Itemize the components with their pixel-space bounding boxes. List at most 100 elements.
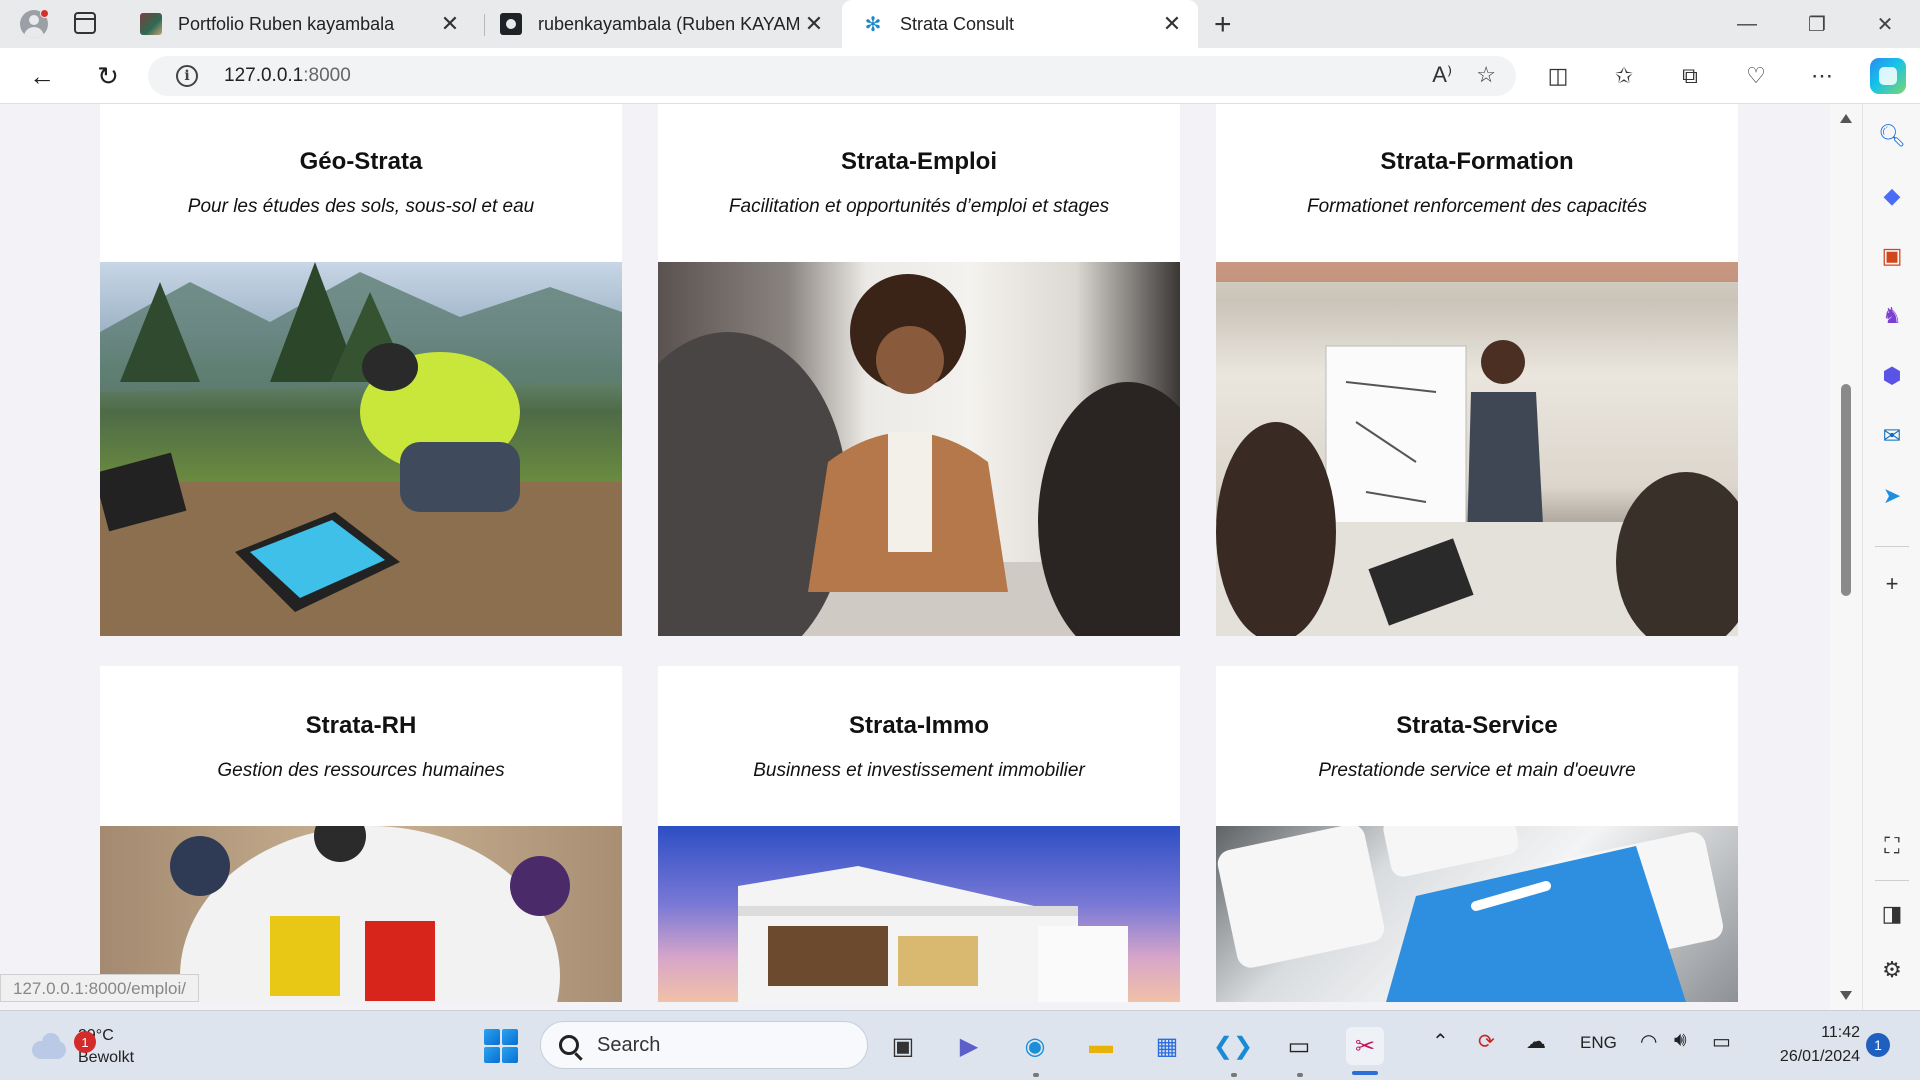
taskbar-search[interactable]: Search: [540, 1021, 868, 1069]
more-menu-icon[interactable]: ⋯: [1806, 60, 1838, 92]
volume-icon[interactable]: 🔊︎: [1674, 1029, 1687, 1052]
clock-date: 26/01/2024: [1779, 1048, 1860, 1065]
restore-button[interactable]: ❐: [1782, 0, 1852, 48]
strata-favicon-icon: ✻: [864, 13, 882, 36]
edge-icon[interactable]: ◉: [1016, 1027, 1054, 1065]
job-interview-photo: [658, 262, 1180, 636]
training-whiteboard-photo: [1216, 262, 1738, 636]
service-subtitle: Businness et investissement immobilier: [753, 760, 1085, 781]
sidebar-tools-icon[interactable]: ▣: [1878, 242, 1906, 270]
battery-icon[interactable]: ▭: [1712, 1029, 1731, 1054]
terminal-icon[interactable]: ▭: [1280, 1027, 1318, 1065]
snipping-tool-icon[interactable]: ✂: [1346, 1027, 1384, 1065]
collections-icon[interactable]: ⧉: [1674, 60, 1706, 92]
tab-strata-consult[interactable]: ✻ Strata Consult ✕: [842, 0, 1198, 48]
sidebar-games-icon[interactable]: ♞: [1878, 302, 1906, 330]
sidebar-outlook-icon[interactable]: ✉: [1878, 422, 1906, 450]
service-card-strata-service[interactable]: Strata-Service Prestationde service et m…: [1216, 666, 1738, 1002]
split-screen-icon[interactable]: ◫: [1542, 60, 1574, 92]
tab-portfolio[interactable]: Portfolio Ruben kayambala ✕: [124, 0, 476, 48]
search-label: Search: [597, 1033, 661, 1056]
tab-github[interactable]: rubenkayambala (Ruben KAYAMB ✕: [488, 0, 840, 48]
sidebar-shopping-icon[interactable]: ◆: [1878, 182, 1906, 210]
url-host: 127.0.0.1: [224, 65, 304, 86]
windows-taskbar: 1 29°C Bewolkt Search ▣ ▶ ◉ ▬ ▦ ❮❯ ▭ ✂ ⌃…: [0, 1010, 1920, 1080]
sidebar-divider: [1875, 546, 1909, 547]
service-title: Strata-RH: [305, 712, 417, 739]
service-card-strata-rh[interactable]: Strata-RH Gestion des ressources humaine…: [100, 666, 622, 1002]
taskbar-clock[interactable]: 11:42 26/01/2024: [1760, 1021, 1860, 1069]
read-aloud-icon[interactable]: A⁾: [1432, 62, 1452, 88]
task-view-icon[interactable]: ▣: [884, 1027, 922, 1065]
page-viewport: Géo-Strata Pour les études des sols, sou…: [0, 104, 1862, 1010]
service-card-geo-strata[interactable]: Géo-Strata Pour les études des sols, sou…: [100, 104, 622, 636]
sidebar-send-icon[interactable]: ➤: [1878, 482, 1906, 510]
service-title: Strata-Service: [1396, 712, 1558, 739]
sidebar-add-icon[interactable]: +: [1878, 570, 1906, 598]
edge-running-indicator: [1033, 1073, 1039, 1077]
address-bar[interactable]: i 127.0.0.1:8000 A⁾ ☆: [148, 56, 1516, 96]
close-tab-icon[interactable]: ✕: [800, 11, 828, 37]
refresh-button[interactable]: ↻: [90, 58, 126, 94]
sidebar-divider: [1875, 880, 1909, 881]
notification-badge[interactable]: 1: [1866, 1033, 1890, 1057]
page-scrollbar[interactable]: [1830, 104, 1862, 1010]
portfolio-favicon-icon: [140, 13, 162, 35]
terminal-running-indicator: [1297, 1073, 1303, 1077]
show-hidden-icons-icon[interactable]: ⌃: [1432, 1029, 1449, 1054]
sidebar-settings-icon[interactable]: ⚙: [1878, 956, 1906, 984]
store-icon[interactable]: ▦: [1148, 1027, 1186, 1065]
service-subtitle: Pour les études des sols, sous-sol et ea…: [187, 196, 535, 217]
service-title: Strata-Immo: [848, 712, 990, 739]
close-tab-icon[interactable]: ✕: [436, 11, 464, 37]
weather-badge: 1: [74, 1031, 96, 1053]
minimize-button[interactable]: —: [1712, 0, 1782, 48]
sync-status-icon[interactable]: ⟳: [1478, 1029, 1495, 1054]
status-bar-url: 127.0.0.1:8000/emploi/: [0, 974, 199, 1002]
close-window-button[interactable]: ✕: [1850, 0, 1920, 48]
sidebar-screenshot-icon[interactable]: ⛶: [1878, 832, 1906, 860]
sidebar-office-icon[interactable]: ⬢: [1878, 362, 1906, 390]
profile-alert-dot: [40, 9, 49, 18]
tab-separator: [484, 14, 485, 36]
scrollbar-thumb[interactable]: [1841, 384, 1851, 596]
edge-sidebar: 🔍︎ ◆ ▣ ♞ ⬢ ✉ ➤ + ⛶ ◨ ⚙: [1862, 104, 1920, 1010]
back-button[interactable]: ←: [24, 58, 60, 94]
wifi-icon[interactable]: ◠: [1640, 1029, 1657, 1054]
github-icon: [500, 13, 522, 35]
active-app-indicator: [1352, 1071, 1378, 1075]
file-explorer-icon[interactable]: ▬: [1082, 1027, 1120, 1065]
favorite-star-icon[interactable]: ☆: [1476, 62, 1496, 88]
service-subtitle: Facilitation et opportunités d’emploi et…: [728, 196, 1110, 217]
onedrive-icon[interactable]: ☁: [1526, 1029, 1546, 1054]
service-title: Géo-Strata: [299, 148, 423, 175]
scroll-up-arrow-icon[interactable]: [1840, 114, 1852, 123]
sidebar-search-icon[interactable]: 🔍︎: [1878, 122, 1906, 150]
teams-icon[interactable]: ▶: [950, 1027, 988, 1065]
start-button[interactable]: [484, 1029, 518, 1063]
browser-essentials-icon[interactable]: ♡: [1740, 60, 1772, 92]
service-subtitle: Formationet renforcement des capacités: [1306, 196, 1648, 217]
service-card-strata-formation[interactable]: Strata-Formation Formationet renforcemen…: [1216, 104, 1738, 636]
clock-time: 11:42: [1821, 1024, 1860, 1041]
scroll-down-arrow-icon[interactable]: [1840, 991, 1852, 1000]
profile-button[interactable]: [16, 6, 52, 42]
favorites-icon[interactable]: ✩: [1608, 60, 1640, 92]
service-keyboard-photo: [1216, 826, 1738, 1002]
weather-widget[interactable]: 1 29°C Bewolkt: [28, 1025, 134, 1069]
tab-title: Portfolio Ruben kayambala: [178, 13, 395, 34]
tab-actions-icon[interactable]: [74, 12, 96, 34]
service-card-strata-immo[interactable]: Strata-Immo Businness et investissement …: [658, 666, 1180, 1002]
service-card-strata-emploi[interactable]: Strata-Emploi Facilitation et opportunit…: [658, 104, 1180, 636]
close-tab-icon[interactable]: ✕: [1158, 11, 1186, 37]
copilot-icon[interactable]: [1870, 58, 1906, 94]
site-info-icon[interactable]: i: [176, 65, 198, 87]
new-tab-button[interactable]: +: [1214, 8, 1232, 42]
vscode-icon[interactable]: ❮❯: [1213, 1027, 1253, 1065]
vscode-running-indicator: [1231, 1073, 1237, 1077]
language-indicator[interactable]: ENG: [1580, 1033, 1617, 1053]
service-subtitle: Prestationde service et main d'oeuvre: [1318, 760, 1636, 781]
cloud-icon: [28, 1031, 68, 1061]
tab-title: Strata Consult: [900, 13, 1015, 34]
sidebar-hide-icon[interactable]: ◨: [1878, 900, 1906, 928]
